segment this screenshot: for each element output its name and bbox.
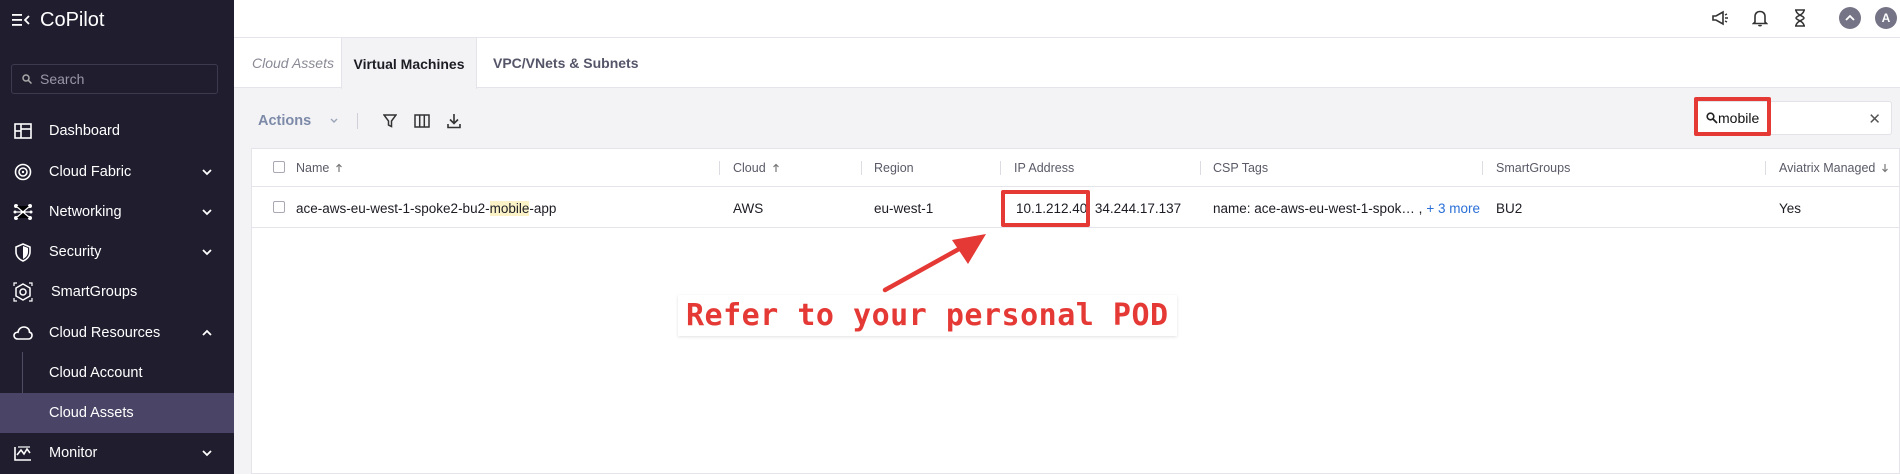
chevron-down-icon [202, 169, 212, 176]
sidebar-item-label: Monitor [49, 445, 98, 461]
sidebar-subitem-cloud-account[interactable]: Cloud Account [0, 353, 234, 393]
annotation-highlight-ip [1001, 190, 1090, 227]
actions-label: Actions [258, 113, 312, 129]
column-header-ip-address[interactable]: IP Address [1014, 149, 1074, 187]
annotation-highlight-search [1694, 97, 1771, 136]
chevron-down-icon [202, 450, 212, 457]
actions-dropdown[interactable]: Actions [258, 110, 339, 132]
brand: CoPilot [12, 6, 104, 34]
cloud-fabric-icon [12, 161, 34, 183]
shield-icon [12, 241, 34, 263]
dashboard-icon [12, 120, 34, 142]
tab-vpc-vnets-subnets[interactable]: VPC/VNets & Subnets [493, 38, 638, 88]
cell-aviatrix-managed: Yes [1779, 200, 1802, 216]
search-match-highlight: mobile [489, 200, 530, 216]
chevron-down-icon [202, 209, 212, 216]
sidebar-subitem-label: Cloud Assets [49, 405, 134, 421]
name-prefix: ace-aws-eu-west-1-spoke2-bu2- [296, 200, 490, 216]
sidebar-item-cloud-resources[interactable]: Cloud Resources [0, 313, 234, 353]
smartgroups-icon [12, 281, 34, 303]
column-header-region[interactable]: Region [874, 149, 914, 187]
cell-name: ace-aws-eu-west-1-spoke2-bu2- mobile -app [296, 188, 556, 228]
app-title: CoPilot [40, 8, 105, 31]
search-icon [22, 74, 32, 84]
cloud-icon [12, 322, 34, 344]
column-label: CSP Tags [1213, 161, 1269, 175]
sidebar-item-security[interactable]: Security [0, 232, 234, 272]
networking-icon [12, 201, 34, 223]
sidebar-subitem-cloud-assets[interactable]: Cloud Assets [0, 393, 234, 433]
column-divider [719, 161, 720, 175]
sidebar-item-label: SmartGroups [51, 284, 138, 300]
sidebar-item-smartgroups[interactable]: SmartGroups [0, 272, 234, 312]
menu-collapse-icon[interactable] [12, 13, 30, 27]
topbar: A [234, 0, 1900, 38]
tab-cloud-assets[interactable]: Cloud Assets [252, 38, 334, 88]
sidebar-item-label: Security [49, 244, 102, 260]
annotation-text: Refer to your personal POD [686, 298, 1169, 333]
sidebar: CoPilot Search Dashboard Cloud Fabric Ne… [0, 0, 234, 474]
filter-icon[interactable] [380, 110, 400, 132]
column-divider [1765, 161, 1766, 175]
tab-bar: Cloud Assets Virtual Machines VPC/VNets … [234, 38, 1900, 89]
sort-up-icon [772, 163, 779, 172]
annotation-callout: Refer to your personal POD [678, 295, 1177, 336]
sidebar-item-label: Networking [49, 204, 122, 220]
name-suffix: -app [529, 200, 557, 216]
monitor-icon [12, 442, 34, 464]
column-divider [1482, 161, 1483, 175]
avatar[interactable]: A [1874, 6, 1898, 30]
download-icon[interactable] [444, 110, 464, 132]
column-header-name[interactable]: Name [296, 149, 343, 187]
chevron-down-icon [202, 249, 212, 256]
cell-smartgroups: BU2 [1496, 200, 1523, 216]
column-divider [1200, 161, 1201, 175]
sidebar-subitem-label: Cloud Account [49, 365, 143, 381]
column-header-csp-tags[interactable]: CSP Tags [1213, 149, 1268, 187]
sidebar-item-label: Cloud Fabric [49, 164, 132, 180]
sort-down-icon [1882, 164, 1889, 173]
avatar-initial: A [1875, 7, 1897, 29]
column-label: Region [874, 161, 914, 175]
column-divider [1000, 161, 1001, 175]
sidebar-item-dashboard[interactable]: Dashboard [0, 111, 234, 151]
csp-tags-text: name: ace-aws-eu-west-1-spok… , [1213, 200, 1423, 216]
toolbar-divider [357, 113, 358, 129]
ip-secondary: , 34.244.17.137 [1087, 200, 1182, 216]
sidebar-search-input[interactable]: Search [11, 64, 218, 94]
chevron-up-icon [202, 329, 212, 336]
column-label: Cloud [733, 161, 766, 175]
csp-tags-more-link[interactable]: + 3 more [1426, 201, 1480, 216]
column-label: SmartGroups [1496, 161, 1571, 175]
close-icon[interactable]: ✕ [1868, 110, 1881, 128]
column-header-cloud[interactable]: Cloud [733, 149, 780, 187]
sort-up-icon [336, 163, 343, 172]
hourglass-icon[interactable] [1788, 6, 1812, 30]
sidebar-search-placeholder: Search [40, 71, 85, 87]
chevron-down-icon [330, 118, 338, 123]
cell-cloud: AWS [733, 200, 764, 216]
sidebar-item-label: Dashboard [49, 123, 120, 139]
column-divider [861, 161, 862, 175]
column-label: Name [296, 161, 330, 175]
cell-csp-tags: name: ace-aws-eu-west-1-spok… , + 3 more [1213, 188, 1480, 228]
column-header-smartgroups[interactable]: SmartGroups [1496, 149, 1570, 187]
bell-icon[interactable] [1748, 6, 1772, 30]
annotation-arrow-icon [882, 234, 986, 293]
sidebar-item-monitor[interactable]: Monitor [0, 433, 234, 473]
table-header: Name Cloud Region IP Address CSP Tags Sm… [252, 149, 1899, 187]
chevron-up-circle-icon[interactable] [1838, 6, 1862, 30]
row-checkbox[interactable] [273, 201, 285, 213]
tab-virtual-machines[interactable]: Virtual Machines [341, 38, 477, 89]
cell-region: eu-west-1 [874, 200, 934, 216]
column-label: IP Address [1014, 161, 1075, 175]
sidebar-item-cloud-fabric[interactable]: Cloud Fabric [0, 152, 234, 192]
sidebar-item-networking[interactable]: Networking [0, 192, 234, 232]
column-header-aviatrix-managed[interactable]: Aviatrix Managed [1779, 149, 1889, 187]
megaphone-icon[interactable] [1708, 6, 1732, 30]
sidebar-item-label: Cloud Resources [49, 325, 161, 341]
column-label: Aviatrix Managed [1779, 161, 1876, 175]
select-all-checkbox[interactable] [273, 161, 285, 173]
columns-icon[interactable] [412, 110, 432, 132]
